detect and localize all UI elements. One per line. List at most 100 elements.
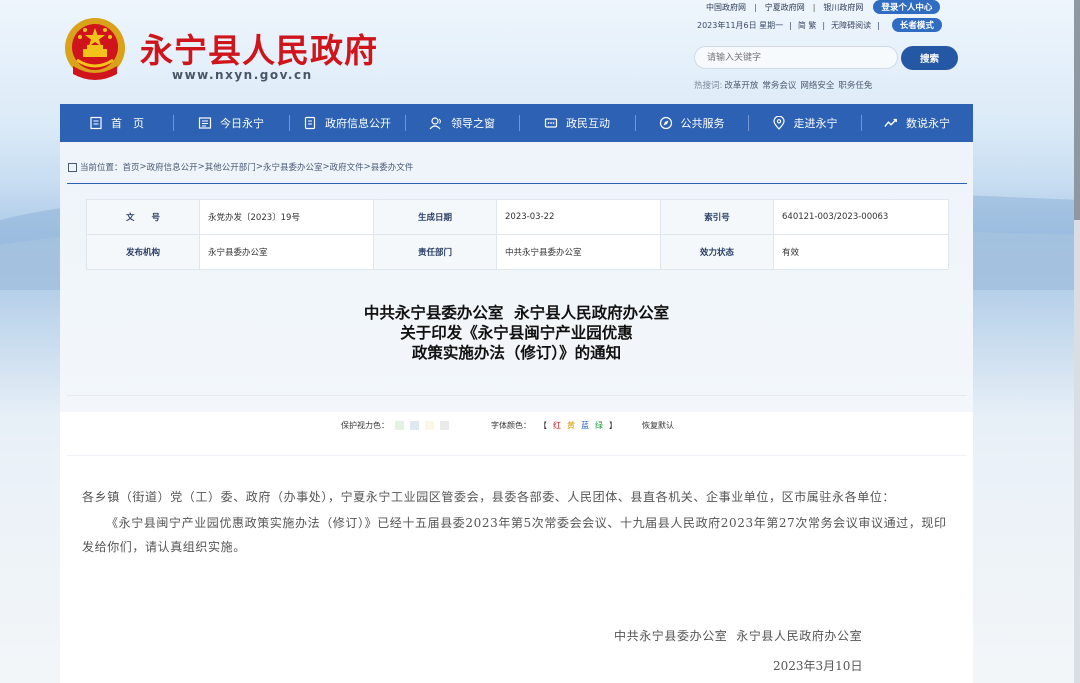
font-color-green[interactable]: 绿 [595, 420, 603, 431]
hot-word-link[interactable]: 常务会议 [762, 79, 796, 91]
hot-search-words: 热搜词: 改革开放 常务会议 网络安全 职务任免 [694, 79, 876, 91]
page-scrollbar[interactable] [1074, 0, 1080, 683]
breadcrumb-arrow: > [363, 162, 371, 172]
simplified-traditional-toggle[interactable]: 简 繁 [798, 20, 817, 31]
nav-public-service[interactable]: 公共服务 [635, 104, 748, 142]
breadcrumb: 当前位置： 首页 > 政府信息公开 > 其他公开部门 > 永宁县委办公室 > 政府文件 >… [68, 161, 413, 173]
eye-protection-label: 保护视力色： [341, 421, 389, 430]
org-label: 发布机构 [86, 234, 200, 270]
title-line: 关于印发《永宁县闽宁产业园优惠 [400, 324, 633, 342]
body-divider [67, 455, 967, 456]
body-paragraph: 各乡镇（街道）党（工）委、政府（办事处），宁夏永宁工业园区管委会，县委各部委、人… [82, 490, 896, 504]
separator: | [789, 20, 792, 30]
user-icon [429, 116, 443, 130]
status-value: 有效 [773, 234, 949, 270]
hot-search-label: 热搜词: [694, 81, 723, 91]
bracket-open: 【 [539, 421, 547, 430]
eye-color-swatch[interactable] [425, 421, 434, 430]
doc-number-label: 文 号 [86, 199, 200, 235]
nav-label: 政民互动 [566, 117, 610, 130]
breadcrumb-arrow: > [322, 162, 330, 172]
font-color-blue[interactable]: 蓝 [581, 420, 589, 431]
breadcrumb-label: 当前位置： [80, 163, 123, 173]
document-body: 各乡镇（街道）党（工）委、政府（办事处），宁夏永宁工业园区管委会，县委各部委、人… [82, 485, 957, 561]
separator: | [754, 2, 757, 12]
nav-label: 走进永宁 [793, 117, 838, 130]
document-icon [303, 116, 317, 130]
nav-label: 政府信息公开 [325, 117, 391, 130]
location-pin-icon [772, 116, 786, 130]
sign-date: 2023年3月10日 [773, 659, 863, 673]
doc-number-value: 永党办发〔2023〕19号 [199, 199, 374, 235]
home-icon [89, 116, 103, 130]
eye-color-swatch[interactable] [395, 421, 404, 430]
compass-icon [659, 116, 673, 130]
nav-label: 首 页 [111, 117, 144, 130]
breadcrumb-item[interactable]: 首页 [123, 161, 140, 173]
nav-label: 领导之窗 [451, 117, 495, 130]
eye-color-swatch[interactable] [440, 421, 449, 430]
nav-home[interactable]: 首 页 [60, 104, 173, 142]
nav-label: 数说永宁 [906, 117, 950, 130]
nav-leaders[interactable]: 领导之窗 [405, 104, 519, 142]
location-square-icon [68, 162, 77, 172]
font-color-red[interactable]: 红 [553, 420, 561, 431]
body-paragraph: 《永宁县闽宁产业园优惠政策实施办法（修订）》已经十五届县委2023年第5次常委会… [82, 516, 947, 554]
personal-center-button[interactable]: 登录个人中心 [873, 0, 941, 14]
separator: | [812, 2, 816, 12]
separator: | [877, 20, 880, 30]
link-ningxia-gov[interactable]: 宁夏政府网 [765, 2, 805, 13]
eye-color-swatch[interactable] [410, 421, 419, 430]
dept-value: 中共永宁县委办公室 [496, 234, 661, 270]
nav-data-yongning[interactable]: 数说永宁 [861, 104, 973, 142]
link-yinchuan-gov[interactable]: 银川政府网 [823, 2, 863, 13]
nav-interaction[interactable]: 政民互动 [519, 104, 635, 142]
scrollbar-thumb[interactable] [1074, 0, 1080, 220]
breadcrumb-item[interactable]: 永宁县委办公室 [263, 161, 323, 173]
search-button[interactable]: 搜索 [901, 46, 958, 70]
title-line: 政策实施办法（修订）》的通知 [411, 344, 622, 362]
breadcrumb-item[interactable]: 政府文件 [330, 161, 364, 173]
trend-chart-icon [884, 116, 898, 130]
bracket-close: 】 [609, 421, 617, 430]
news-icon [198, 116, 212, 130]
breadcrumb-item[interactable]: 县委办文件 [371, 161, 414, 173]
title-divider [67, 395, 967, 396]
link-china-gov[interactable]: 中国政府网 [706, 2, 746, 13]
hot-word-link[interactable]: 网络安全 [800, 79, 834, 91]
font-color-yellow[interactable]: 黄 [567, 420, 575, 431]
accessible-reading-link[interactable]: 无障碍阅读 [831, 20, 871, 31]
breadcrumb-item[interactable]: 政府信息公开 [147, 161, 198, 173]
search-input[interactable] [694, 46, 898, 69]
breadcrumb-arrow: > [139, 162, 147, 172]
main-nav: 首 页 今日永宁 政府信息公开 领导之窗 政民互动 公共服务 走进永宁 数说永宁 [60, 104, 973, 142]
table-row: 发布机构 永宁县委办公室 责任部门 中共永宁县委办公室 效力状态 有效 [86, 234, 949, 270]
breadcrumb-item[interactable]: 其他公开部门 [205, 161, 256, 173]
nav-gov-info-open[interactable]: 政府信息公开 [289, 104, 405, 142]
document-title: 中共永宁县委办公室 永宁县人民政府办公室 关于印发《永宁县闽宁产业园优惠 政策实… [60, 303, 973, 363]
document-metadata-table: 文 号 永党办发〔2023〕19号 生成日期 2023-03-22 索引号 64… [86, 199, 949, 270]
date-label: 生成日期 [373, 199, 497, 235]
nav-label: 今日永宁 [220, 117, 264, 130]
site-url: www.nxyn.gov.cn [172, 68, 313, 82]
title-line: 中共永宁县委办公室 永宁县人民政府办公室 [363, 304, 670, 322]
nav-about-yongning[interactable]: 走进永宁 [748, 104, 861, 142]
breadcrumb-arrow: > [197, 162, 205, 172]
separator: | [822, 20, 826, 30]
current-date: 2023年11月6日 星期一 [697, 20, 784, 30]
status-label: 效力状态 [660, 234, 774, 270]
dept-label: 责任部门 [373, 234, 497, 270]
nav-today-yongning[interactable]: 今日永宁 [173, 104, 289, 142]
hot-word-link[interactable]: 改革开放 [724, 79, 758, 91]
org-value: 永宁县委办公室 [199, 234, 374, 270]
table-row: 文 号 永党办发〔2023〕19号 生成日期 2023-03-22 索引号 64… [86, 199, 949, 235]
chat-icon [544, 116, 558, 130]
breadcrumb-divider [67, 183, 967, 184]
elder-mode-button[interactable]: 长者模式 [891, 18, 942, 32]
hot-word-link[interactable]: 职务任免 [838, 79, 872, 91]
utility-bar: 2023年11月6日 星期一 | 简 繁 | 无障碍阅读 | 长者模式 [697, 18, 942, 32]
index-label: 索引号 [660, 199, 774, 235]
top-links: 中国政府网 | 宁夏政府网 | 银川政府网 登录个人中心 [706, 0, 941, 14]
restore-default-button[interactable]: 恢复默认 [642, 420, 674, 431]
index-value: 640121-003/2023-00063 [773, 199, 949, 235]
